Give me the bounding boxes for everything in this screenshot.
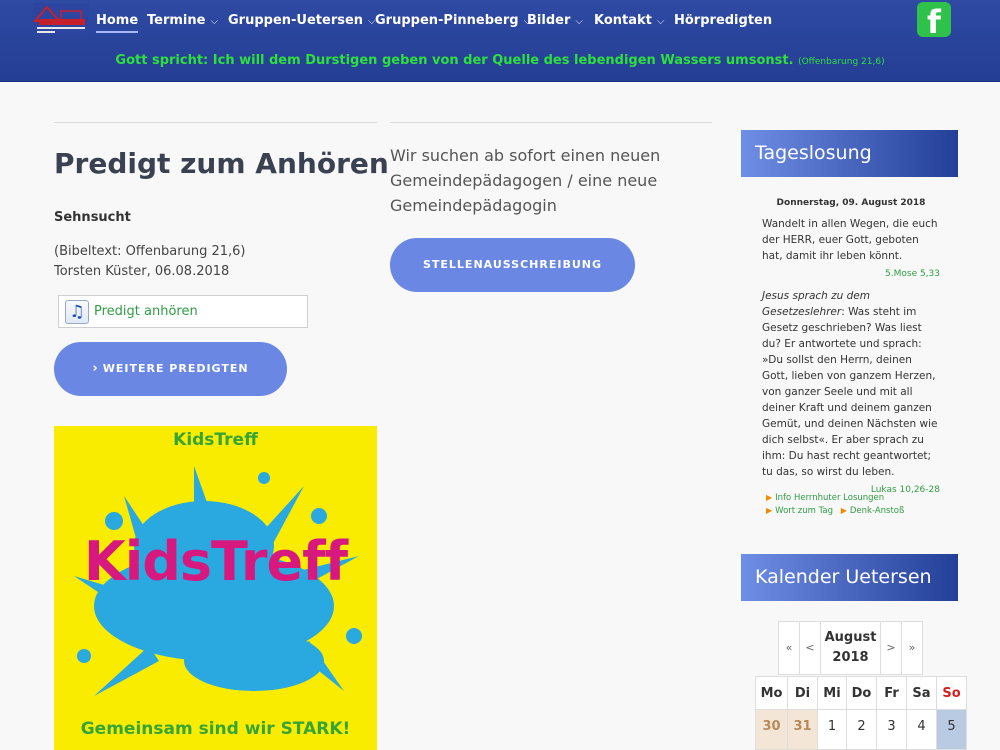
calendar-day[interactable]: 2 (846, 709, 877, 750)
chevron-right-icon: › (92, 361, 99, 376)
poster-top-text: KidsTreff (173, 430, 258, 450)
arrow-right-icon: ▶ (840, 506, 847, 515)
poster-slogan: Gemeinsam sind wir STARK! (80, 719, 351, 739)
weekday-header-sunday: So (936, 676, 967, 710)
nav-kontakt-label: Kontakt (594, 13, 652, 28)
nav-kontakt[interactable]: Kontakt ⌵ (594, 13, 664, 33)
divider (390, 122, 712, 123)
nav-hoerpredigten-label: Hörpredigten (674, 13, 773, 28)
calendar-first-button[interactable]: « (778, 621, 800, 675)
calendar-next-button[interactable]: > (880, 621, 902, 675)
nav-gruppen-pinneberg-label: Gruppen-Pinneberg (375, 13, 519, 28)
weekday-header: Di (787, 676, 818, 710)
church-logo[interactable] (33, 3, 89, 35)
losung-link-info-label: Info Herrnhuter Losungen (775, 493, 885, 503)
predigt-title: Predigt zum Anhören (54, 147, 389, 180)
verse-text: Gott spricht: Ich will dem Durstigen geb… (115, 53, 794, 68)
losung-ref[interactable]: 5.Mose 5,33 (762, 266, 940, 282)
kidstreff-poster[interactable]: KidsTreff KidsTreff Gemeinsam sind wir S… (54, 426, 377, 750)
losung-link-row: ▶ Wort zum Tag ▶ Denk-Anstoß (766, 506, 904, 516)
nav-termine-label: Termine (147, 13, 206, 28)
sermon-bibeltext: (Bibeltext: Offenbarung 21,6) (54, 244, 246, 259)
calendar-day[interactable]: 5 (936, 709, 967, 750)
weekday-header: Fr (876, 676, 907, 710)
calendar-day[interactable]: 1 (817, 709, 847, 750)
tageslosung-content: Donnerstag, 09. August 2018 Wandelt in a… (762, 195, 940, 504)
calendar-day[interactable]: 4 (906, 709, 937, 750)
weekday-header: Mo (755, 676, 788, 710)
losung-date: Donnerstag, 09. August 2018 (776, 198, 926, 208)
nav-hoerpredigten[interactable]: Hörpredigten (674, 13, 772, 33)
lehrtext-body: : Was steht im Gesetz geschrieben? Was l… (762, 306, 938, 478)
weekday-header: Sa (906, 676, 937, 710)
more-sermons-button[interactable]: › WEITERE PREDIGTEN (54, 342, 287, 396)
calendar-month-name: August (824, 630, 877, 645)
weekday-header: Mi (817, 676, 847, 710)
divider (54, 122, 377, 123)
more-sermons-label: WEITERE PREDIGTEN (102, 362, 249, 375)
calendar-day[interactable]: 30 (755, 709, 788, 750)
calendar-last-button[interactable]: » (901, 621, 923, 675)
calendar-day[interactable]: 3 (876, 709, 907, 750)
losung-link-info[interactable]: ▶ Info Herrnhuter Losungen (766, 493, 884, 503)
nav-gruppen-uetersen-label: Gruppen-Uetersen (228, 13, 364, 28)
lehrtext: Jesus sprach zu dem Gesetzeslehrer: Was … (762, 288, 940, 480)
verse-ref: (Offenbarung 21,6) (798, 57, 885, 67)
nav-gruppen-uetersen[interactable]: Gruppen-Uetersen ⌵ (228, 13, 376, 33)
losung-link-denk-label: Denk-Anstoß (849, 506, 905, 516)
losung-link-wort-label: Wort zum Tag (775, 506, 834, 516)
losung-text: Wandelt in allen Wegen, die euch der HER… (762, 218, 938, 262)
music-note-icon: ♫ (65, 300, 89, 324)
chevron-down-icon: ⌵ (656, 16, 665, 27)
chevron-down-icon: ⌵ (210, 16, 219, 27)
nav-gruppen-pinneberg[interactable]: Gruppen-Pinneberg ⌵ (375, 13, 531, 33)
calendar-prev-button[interactable]: < (799, 621, 821, 675)
sermon-info: (Bibeltext: Offenbarung 21,6) Torsten Kü… (54, 242, 246, 282)
job-announcement: Wir suchen ab sofort einen neuen Gemeind… (390, 146, 661, 215)
header-verse: Gott spricht: Ich will dem Durstigen geb… (0, 53, 1000, 68)
site-header: Home Termine ⌵ Gruppen-Uetersen ⌵ Gruppen-… (0, 0, 1000, 82)
nav-bilder[interactable]: Bilder ⌵ (527, 13, 583, 33)
nav-home-label: Home (96, 13, 139, 28)
calendar-year: 2018 (832, 650, 869, 665)
poster-title: KidsTreff (83, 530, 348, 593)
losung-link-wort[interactable]: ▶ Wort zum Tag (766, 506, 833, 516)
weekday-header: Do (846, 676, 877, 710)
chevron-down-icon: ⌵ (575, 16, 583, 27)
job-posting-label: STELLENAUSSCHREIBUNG (422, 258, 603, 271)
job-posting-button[interactable]: STELLENAUSSCHREIBUNG (390, 238, 635, 292)
facebook-icon[interactable]: f (917, 2, 951, 37)
calendar-day[interactable]: 31 (787, 709, 818, 750)
losung-link-denk[interactable]: ▶ Denk-Anstoß (841, 506, 905, 516)
arrow-right-icon: ▶ (766, 493, 773, 502)
nav-home[interactable]: Home (96, 13, 139, 33)
tageslosung-heading: Tageslosung (741, 130, 958, 177)
arrow-right-icon: ▶ (766, 506, 773, 515)
audio-label: Predigt anhören (94, 304, 198, 319)
audio-player-link[interactable]: ♫ Predigt anhören (58, 295, 308, 328)
nav-termine[interactable]: Termine ⌵ (147, 13, 218, 33)
kalender-heading: Kalender Uetersen (741, 554, 958, 601)
sermon-author-date: Torsten Küster, 06.08.2018 (54, 264, 230, 279)
sermon-name: Sehnsucht (54, 210, 131, 225)
calendar-month: August 2018 (820, 621, 881, 675)
nav-bilder-label: Bilder (527, 13, 571, 28)
